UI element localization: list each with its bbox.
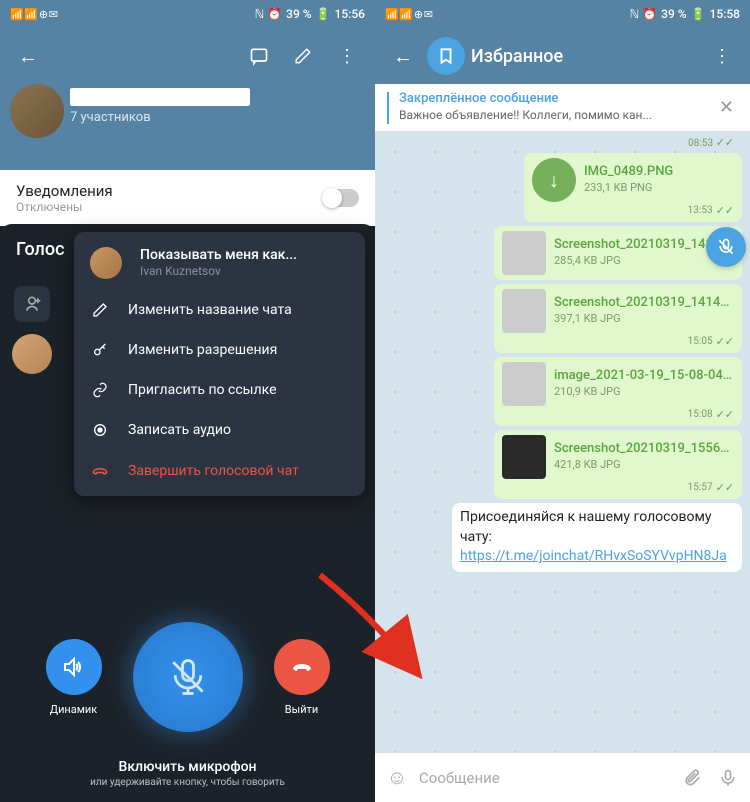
voice-context-menu: Показывать меня как... Ivan Kuznetsov Из… — [74, 232, 365, 496]
group-avatar[interactable] — [10, 84, 64, 138]
edit-icon[interactable] — [283, 36, 323, 76]
add-participant-button[interactable] — [14, 286, 50, 322]
menu-display-as[interactable]: Показывать меня как... Ivan Kuznetsov — [74, 236, 365, 290]
file-message[interactable]: ↓ IMG_0489.PNG 233,1 KB PNG 13:53✓✓ — [524, 153, 742, 222]
menu-rename[interactable]: Изменить название чата — [74, 290, 365, 330]
notif-toggle[interactable] — [323, 189, 359, 207]
microphone-button[interactable] — [133, 622, 243, 732]
status-bar: 📶 📶 ⊕ ✉ ℕ ⏰39 %🔋15:56 — [0, 0, 375, 28]
key-icon — [90, 342, 110, 358]
saved-messages-icon — [427, 37, 465, 75]
file-thumbnail — [502, 231, 546, 275]
menu-end-call[interactable]: Завершить голосовой чат — [74, 450, 365, 492]
attach-icon[interactable] — [678, 768, 706, 788]
leave-button[interactable]: Выйти — [274, 639, 330, 716]
notifications-row[interactable]: Уведомления Отключены — [0, 170, 375, 226]
file-message[interactable]: Screenshot_20210319_141453_com.andro... … — [494, 284, 742, 353]
notif-title: Уведомления — [16, 182, 113, 200]
sticker-icon[interactable]: ☺ — [383, 765, 411, 790]
menu-permissions[interactable]: Изменить разрешения — [74, 330, 365, 370]
file-message[interactable]: Screenshot_20210319_155644_org.telegram.… — [494, 430, 742, 499]
close-icon[interactable]: ✕ — [715, 97, 738, 118]
pencil-icon — [90, 302, 110, 318]
status-bar: 📶 📶 ⊕ ✉ ℕ ⏰39 %🔋15:58 — [375, 0, 750, 28]
file-message[interactable]: Screenshot_20210319_141458_com.andro... … — [494, 226, 742, 280]
join-link[interactable]: https://t.me/joinchat/RHvxSoSYVvpHN8Ja — [460, 548, 727, 564]
file-thumbnail — [502, 362, 546, 406]
group-members: 7 участников — [70, 110, 250, 125]
speaker-button[interactable]: Динамик — [46, 639, 102, 716]
voice-chat-panel: Голос Показывать меня как... Ivan Kuznet… — [0, 224, 375, 802]
mic-hint-sub: или удерживайте кнопку, чтобы говорить — [0, 777, 375, 788]
record-icon — [90, 422, 110, 438]
file-thumbnail — [502, 289, 546, 333]
message-input[interactable]: Сообщение — [419, 769, 670, 787]
back-button[interactable]: ← — [383, 36, 423, 76]
menu-icon[interactable]: ⋮ — [327, 36, 367, 76]
message-input-bar: ☺ Сообщение — [375, 752, 750, 802]
participant-avatar[interactable] — [12, 334, 52, 374]
notif-sub: Отключены — [16, 200, 113, 214]
link-icon — [90, 382, 110, 398]
file-thumbnail — [502, 435, 546, 479]
messages-icon[interactable] — [239, 36, 279, 76]
mute-floating-button[interactable] — [706, 227, 746, 267]
chat-header: ← ⋮ — [0, 28, 375, 84]
mic-hint: Включить микрофон — [0, 759, 375, 775]
user-avatar-icon — [90, 247, 122, 279]
menu-record[interactable]: Записать аудио — [74, 410, 365, 450]
file-message[interactable]: image_2021-03-19_15-08-04.png 210,9 KB J… — [494, 357, 742, 426]
text-message[interactable]: Присоединяйся к нашему голосовому чату: … — [452, 503, 742, 572]
chat-header: ← Избранное ⋮ — [375, 28, 750, 84]
chat-title[interactable]: Избранное — [471, 46, 702, 67]
pinned-message[interactable]: Закреплённое сообщение Важное объявление… — [375, 84, 750, 132]
voice-message-icon[interactable] — [714, 768, 742, 788]
hangup-icon — [90, 462, 110, 480]
menu-invite[interactable]: Пригласить по ссылке — [74, 370, 365, 410]
back-button[interactable]: ← — [8, 36, 48, 76]
menu-icon[interactable]: ⋮ — [702, 36, 742, 76]
download-icon[interactable]: ↓ — [532, 158, 576, 202]
group-info[interactable]: 7 участников — [0, 84, 375, 170]
group-name — [70, 88, 250, 106]
messages-area[interactable]: 08:53 ✓✓ ↓ IMG_0489.PNG 233,1 KB PNG 13:… — [375, 132, 750, 752]
